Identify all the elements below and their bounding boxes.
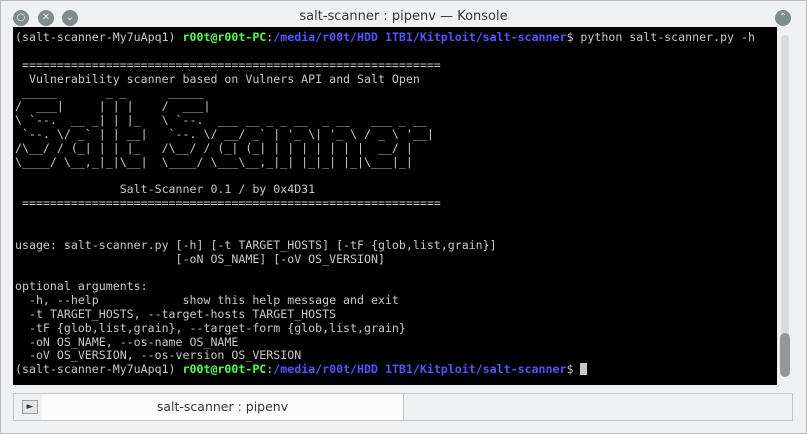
output-line: [-oN OS_NAME] [-oV OS_VERSION] xyxy=(15,251,385,266)
prompt-dollar: $ xyxy=(566,30,581,44)
output-line: Salt-Scanner 0.1 / by 0x4D31 xyxy=(15,182,316,197)
output-line: \____/ \__,_|_|\__| \____/ \___\__,_|_| … xyxy=(15,154,413,169)
output-line: -oV OS_VERSION, --os-version OS_VERSION xyxy=(15,348,302,363)
scrollbar-thumb[interactable] xyxy=(780,333,790,377)
output-line: _____ _ _ _____ xyxy=(15,85,204,100)
prompt-dollar: $ xyxy=(566,362,581,377)
prompt-line: (salt-scanner-My7uApq1) r00t@r00t-PC:/me… xyxy=(15,30,755,45)
scrollbar-track[interactable] xyxy=(781,35,789,377)
prompt-line: (salt-scanner-My7uApq1) r00t@r00t-PC:/me… xyxy=(15,362,755,377)
terminal-view[interactable]: (salt-scanner-My7uApq1) r00t@r00t-PC:/me… xyxy=(13,27,777,385)
output-line: `--. \/ _` | | __| `--. \/ __/ _` | '_ \… xyxy=(15,126,434,141)
terminal-scrollbar[interactable] xyxy=(777,27,793,385)
output-line: Vulnerability scanner based on Vulners A… xyxy=(15,71,420,86)
tab-bar: ► salt-scanner : pipenv xyxy=(13,393,793,421)
prompt-user: r00t@r00t-PC xyxy=(182,362,267,377)
chevron-up-icon[interactable]: ⌃ xyxy=(775,10,791,26)
tab-label: salt-scanner : pipenv xyxy=(156,399,289,414)
text-cursor xyxy=(580,363,588,376)
konsole-window: ○ ✕ ⌄ salt-scanner : pipenv — Konsole ⌃ … xyxy=(0,0,807,434)
output-line: ========================================… xyxy=(15,196,441,211)
output-line: ========================================… xyxy=(15,57,441,72)
output-line: -t TARGET_HOSTS, --target-hosts TARGET_H… xyxy=(15,306,337,321)
output-line: \ `--. __ _| | |_ \ `--. ___ __ _ _ __ _… xyxy=(15,113,427,128)
output-line: -oN OS_NAME, --os-name OS_NAME xyxy=(15,334,239,349)
prompt-env: (salt-scanner-My7uApq1) xyxy=(15,362,183,377)
output-line: / ___| | | | / ___| xyxy=(15,99,211,114)
terminal-output: (salt-scanner-My7uApq1) r00t@r00t-PC:/me… xyxy=(15,30,755,377)
output-line: optional arguments: xyxy=(15,279,148,294)
output-line: -h, --help show this help message and ex… xyxy=(15,293,399,308)
output-line: usage: salt-scanner.py [-h] [-t TARGET_H… xyxy=(15,237,497,252)
output-line: /\__/ / (_| | | |_ /\__/ / (_| (_| | | |… xyxy=(15,140,413,155)
prompt-user: r00t@r00t-PC xyxy=(182,30,267,44)
new-tab-icon[interactable]: ► xyxy=(22,400,38,414)
prompt-env: (salt-scanner-My7uApq1) xyxy=(15,30,183,44)
prompt-path: /media/r00t/HDD 1TB1/Kitploit/salt-scann… xyxy=(273,362,567,377)
prompt-path: /media/r00t/HDD 1TB1/Kitploit/salt-scann… xyxy=(273,30,567,44)
output-line: -tF {glob,list,grain}, --target-form {gl… xyxy=(15,320,406,335)
command-text: python salt-scanner.py -h xyxy=(580,30,755,44)
tab-salt-scanner[interactable]: salt-scanner : pipenv xyxy=(42,394,404,420)
window-title: salt-scanner : pipenv — Konsole xyxy=(299,9,508,24)
